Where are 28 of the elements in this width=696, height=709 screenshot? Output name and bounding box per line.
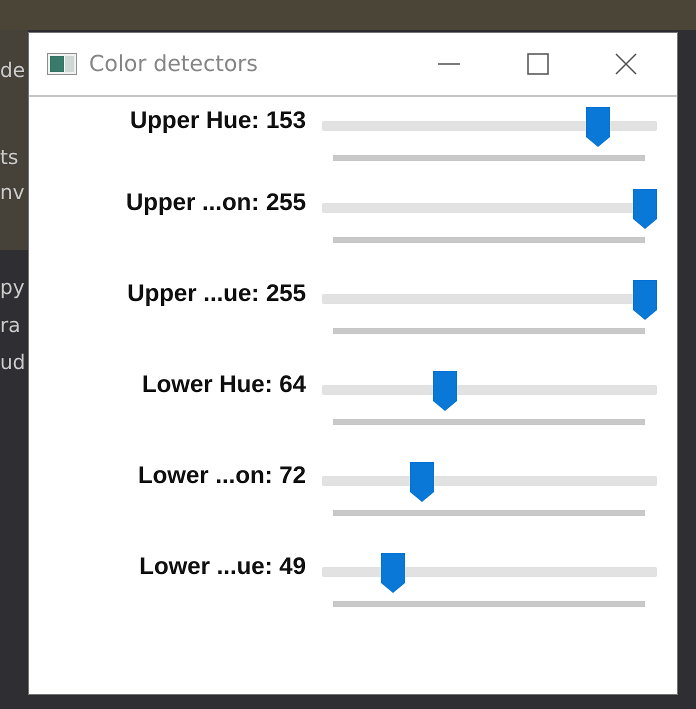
slider[interactable] xyxy=(322,553,657,593)
editor-text: nv xyxy=(0,180,26,204)
editor-text: py xyxy=(0,275,26,299)
slider-thumb[interactable] xyxy=(381,553,406,593)
slider[interactable] xyxy=(322,280,657,320)
trackbar-label: Lower ...on: 72 xyxy=(136,461,306,491)
editor-text: ra xyxy=(0,313,22,337)
trackbar-label: Upper Hue: 153 xyxy=(128,106,306,136)
trackbar-label: Lower Hue: 64 xyxy=(140,370,306,400)
slider[interactable] xyxy=(322,107,657,147)
window-title: Color detectors xyxy=(89,52,258,76)
close-icon[interactable] xyxy=(615,53,637,75)
slider-thumb[interactable] xyxy=(586,107,610,147)
editor-text: ts xyxy=(0,145,20,169)
slider-thumb[interactable] xyxy=(432,371,457,411)
slider[interactable] xyxy=(322,189,657,229)
slider-thumb[interactable] xyxy=(633,280,657,320)
editor-text: ud xyxy=(0,350,26,374)
slider-thumb[interactable] xyxy=(410,462,434,502)
trackbar-label: Upper ...ue: 255 xyxy=(126,279,306,309)
editor-text: de xyxy=(0,58,26,82)
maximize-icon[interactable] xyxy=(527,53,549,75)
slider-thumb[interactable] xyxy=(633,189,657,229)
app-icon xyxy=(47,53,77,75)
slider[interactable] xyxy=(322,462,657,502)
trackbar-label: Upper ...on: 255 xyxy=(124,188,306,218)
slider[interactable] xyxy=(322,371,657,411)
trackbar-label: Lower ...ue: 49 xyxy=(138,552,306,582)
